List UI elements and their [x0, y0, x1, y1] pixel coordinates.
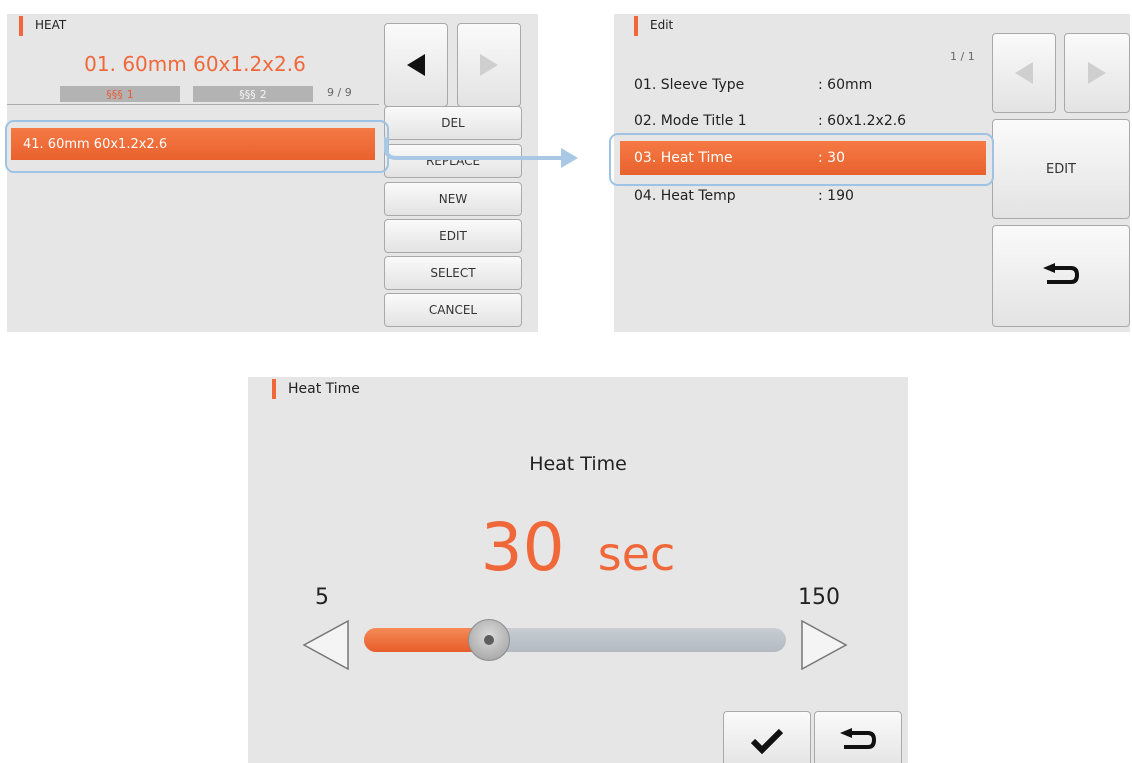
- row-label: 04. Heat Temp: [634, 188, 736, 204]
- heat-time-panel: Heat Time Heat Time 30 sec 5 150: [248, 377, 908, 763]
- return-icon: [840, 728, 877, 749]
- divider: [7, 104, 379, 105]
- row-label: 02. Mode Title 1: [634, 113, 747, 129]
- return-button[interactable]: [814, 711, 902, 763]
- mode-title: 01. 60mm 60x1.2x2.6: [84, 52, 306, 76]
- edit-button[interactable]: EDIT: [384, 219, 522, 253]
- header-accent-bar: [634, 16, 638, 36]
- selection-highlight: [609, 133, 994, 186]
- value-unit: sec: [597, 527, 676, 581]
- row-value: : 190: [818, 188, 854, 204]
- select-button[interactable]: SELECT: [384, 256, 522, 290]
- cancel-button[interactable]: CANCEL: [384, 293, 522, 327]
- prev-arrow-icon: [407, 54, 425, 76]
- heater-1-label: 1: [126, 87, 134, 101]
- thumb-dot: [484, 635, 495, 645]
- connector-arrow: [384, 138, 578, 168]
- value-number: 30: [480, 509, 565, 586]
- slider-thumb[interactable]: [468, 619, 511, 661]
- heater-1-indicator: §§§ 1: [60, 86, 180, 102]
- max-label: 150: [798, 585, 840, 610]
- heater-2-label: 2: [259, 87, 267, 101]
- list-item-mode-title[interactable]: 02. Mode Title 1 : 60x1.2x2.6: [634, 113, 906, 129]
- header-title: Heat Time: [288, 381, 360, 397]
- next-arrow-icon: [1088, 62, 1106, 84]
- page-counter: 9 / 9: [327, 86, 352, 99]
- slider-track[interactable]: [364, 619, 786, 661]
- header-accent-bar: [272, 379, 276, 399]
- increase-arrow-icon: [801, 619, 848, 671]
- prev-arrow-icon: [1015, 62, 1033, 84]
- header-title: Edit: [650, 18, 674, 32]
- min-label: 5: [315, 585, 329, 610]
- decrease-arrow-icon: [302, 619, 349, 671]
- header-accent-bar: [19, 16, 23, 36]
- row-value: : 60mm: [818, 77, 873, 93]
- next-page-button[interactable]: [1064, 33, 1130, 113]
- value-display: 30 sec: [248, 509, 908, 586]
- setting-caption: Heat Time: [529, 453, 627, 475]
- list-item-heat-temp[interactable]: 04. Heat Temp : 190: [634, 188, 854, 204]
- selection-highlight: [5, 120, 389, 173]
- row-label: 01. Sleeve Type: [634, 77, 745, 93]
- edit-button[interactable]: EDIT: [992, 119, 1130, 219]
- list-item-sleeve-type[interactable]: 01. Sleeve Type : 60mm: [634, 77, 872, 93]
- check-icon: [750, 728, 784, 754]
- next-arrow-icon: [480, 54, 498, 76]
- return-button[interactable]: [992, 225, 1130, 327]
- prev-page-button[interactable]: [384, 23, 448, 107]
- decrease-button[interactable]: [302, 619, 350, 671]
- increase-button[interactable]: [800, 619, 848, 671]
- confirm-button[interactable]: [723, 711, 811, 763]
- row-value: : 60x1.2x2.6: [818, 113, 907, 129]
- heater-icon: §§§: [239, 87, 256, 101]
- prev-page-button[interactable]: [992, 33, 1056, 113]
- del-button[interactable]: DEL: [384, 106, 522, 140]
- return-icon: [1043, 263, 1080, 284]
- page-counter: 1 / 1: [950, 50, 975, 63]
- heater-icon: §§§: [106, 87, 123, 101]
- heater-2-indicator: §§§ 2: [193, 86, 313, 102]
- next-page-button[interactable]: [457, 23, 521, 107]
- header-title: HEAT: [35, 18, 67, 32]
- new-button[interactable]: NEW: [384, 182, 522, 216]
